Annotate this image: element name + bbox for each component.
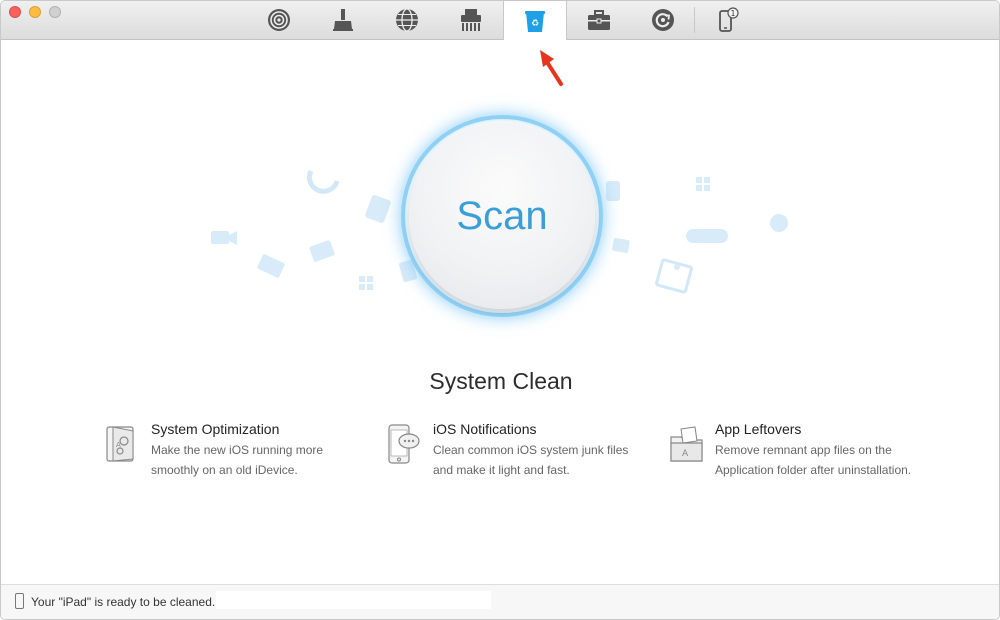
svg-text:A: A: [116, 441, 121, 449]
svg-text:♻: ♻: [531, 19, 539, 29]
tab-backup[interactable]: [631, 1, 695, 39]
tab-airplay[interactable]: [247, 1, 311, 39]
app-window: ♻ 1 Scan System Clean A System Optimizat…: [0, 0, 1000, 620]
feature-title: System Optimization: [151, 421, 280, 437]
svg-text:A: A: [682, 449, 689, 459]
title-bar: ♻ 1: [1, 1, 999, 40]
scan-button[interactable]: Scan: [409, 123, 595, 309]
pointer-arrow-icon: [540, 50, 563, 86]
tab-system-clean[interactable]: ♻: [503, 1, 567, 40]
close-button[interactable]: [9, 6, 21, 18]
minimize-button[interactable]: [29, 6, 41, 18]
iphone-device-icon: 1: [719, 7, 739, 32]
system-optimization-icon: A: [106, 426, 134, 462]
airplay-icon: [268, 9, 290, 31]
tab-shredder[interactable]: [439, 1, 503, 39]
tab-device[interactable]: 1: [695, 1, 759, 39]
app-leftovers-icon: A: [670, 426, 703, 462]
main-toolbar: ♻ 1: [247, 1, 759, 40]
recycle-bin-icon: ♻: [525, 10, 545, 32]
feature-description: Remove remnant app files on the Applicat…: [715, 443, 912, 477]
tab-cleaner[interactable]: [311, 1, 375, 39]
status-message: Your "iPad" is ready to be cleaned.: [31, 595, 216, 609]
toolbar-separator: [694, 7, 695, 33]
feature-description: Make the new iOS running more smoothly o…: [151, 443, 324, 477]
backup-restore-icon: [652, 9, 674, 31]
tab-toolbox[interactable]: [567, 1, 631, 39]
ios-notifications-icon: [388, 424, 420, 464]
shredder-icon: [461, 9, 481, 31]
scan-label: Scan: [456, 193, 548, 238]
feature-title: iOS Notifications: [433, 421, 537, 437]
status-bar: Your "iPad" is ready to be cleaned.: [1, 584, 999, 619]
device-count-badge: 1: [731, 9, 736, 18]
globe-icon: [396, 8, 418, 32]
section-title: System Clean: [429, 368, 573, 394]
window-controls: [9, 6, 61, 18]
tab-internet[interactable]: [375, 1, 439, 39]
feature-title: App Leftovers: [715, 421, 802, 437]
toolbox-icon: [588, 10, 610, 30]
device-icon: [15, 593, 24, 609]
feature-description: Clean common iOS system junk files and m…: [433, 443, 629, 477]
status-blank-area: [216, 591, 491, 609]
broom-icon: [333, 9, 353, 31]
zoom-button[interactable]: [49, 6, 61, 18]
